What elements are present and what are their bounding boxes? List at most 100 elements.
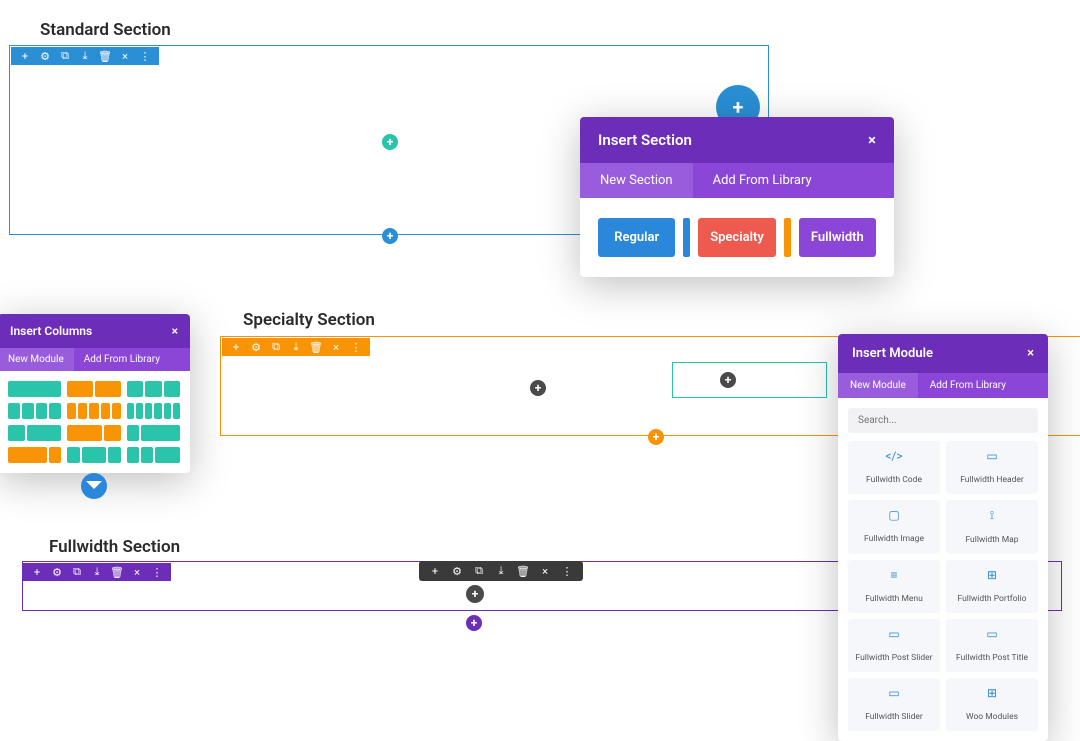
- insert-columns-title: Insert Columns: [10, 324, 92, 338]
- save-icon[interactable]: ⤓: [495, 565, 507, 577]
- trash-icon[interactable]: 🗑: [517, 565, 529, 577]
- more-icon[interactable]: ⋮: [139, 50, 151, 62]
- layout-1col[interactable]: [8, 381, 61, 397]
- save-icon[interactable]: ⤓: [290, 341, 302, 353]
- standard-section-toolbar[interactable]: + ⚙ ⧉ ⤓ 🗑 × ⋮: [11, 47, 159, 65]
- layout-1-2[interactable]: [8, 425, 61, 441]
- add-specialty-section-button[interactable]: +: [648, 429, 664, 445]
- map-icon: ⟟: [950, 508, 1034, 523]
- more-icon[interactable]: ⋮: [151, 566, 163, 578]
- plus-icon[interactable]: +: [31, 566, 43, 578]
- layout-4col[interactable]: [8, 403, 61, 419]
- more-icon[interactable]: ⋮: [350, 341, 362, 353]
- tab-new-section[interactable]: New Section: [580, 163, 693, 198]
- plus-icon[interactable]: +: [429, 565, 441, 577]
- layout-1-3[interactable]: [127, 425, 180, 441]
- handle-specialty[interactable]: [784, 218, 791, 257]
- close-icon[interactable]: ×: [330, 341, 342, 353]
- module-search-input[interactable]: [848, 408, 1038, 433]
- close-icon[interactable]: ×: [131, 566, 143, 578]
- section-type-specialty[interactable]: Specialty: [698, 218, 775, 257]
- grid-icon: ⊞: [950, 568, 1034, 582]
- trash-icon[interactable]: 🗑: [99, 50, 111, 62]
- layout-3col[interactable]: [127, 381, 180, 397]
- duplicate-icon[interactable]: ⧉: [270, 341, 282, 353]
- gear-icon[interactable]: ⚙: [51, 566, 63, 578]
- insert-module-header: Insert Module ×: [838, 334, 1048, 373]
- insert-module-tabs: New Module Add From Library: [838, 373, 1048, 398]
- title-specialty: Specialty Section: [243, 310, 375, 330]
- insert-columns-modal: Insert Columns × New Module Add From Lib…: [0, 314, 190, 473]
- fullwidth-section-toolbar[interactable]: + ⚙ ⧉ ⤓ 🗑 × ⋮: [23, 563, 171, 581]
- module-fullwidth-post-slider[interactable]: ▭Fullwidth Post Slider: [848, 619, 940, 672]
- module-toolbar[interactable]: + ⚙ ⧉ ⤓ 🗑 × ⋮: [419, 561, 583, 581]
- close-icon[interactable]: ×: [172, 324, 178, 338]
- menu-icon: ≡: [852, 568, 936, 582]
- gear-icon[interactable]: ⚙: [39, 50, 51, 62]
- plus-icon: +: [725, 373, 732, 387]
- module-woo-modules[interactable]: ⊞Woo Modules: [946, 678, 1038, 731]
- save-icon[interactable]: ⤓: [79, 50, 91, 62]
- layout-5col[interactable]: [67, 403, 120, 419]
- tab-add-from-library[interactable]: Add From Library: [693, 163, 832, 198]
- insert-section-tabs: New Section Add From Library: [580, 163, 894, 198]
- layout-6col[interactable]: [127, 403, 180, 419]
- tab-new-module[interactable]: New Module: [838, 373, 918, 398]
- add-section-button[interactable]: +: [382, 228, 398, 244]
- image-icon: ▢: [852, 508, 936, 522]
- close-icon[interactable]: ×: [1027, 346, 1034, 361]
- module-fullwidth-post-title[interactable]: ▭Fullwidth Post Title: [946, 619, 1038, 672]
- module-fullwidth-code[interactable]: </>Fullwidth Code: [848, 441, 940, 494]
- handle-regular[interactable]: [683, 218, 690, 257]
- code-icon: </>: [852, 449, 936, 463]
- close-icon[interactable]: ×: [868, 131, 876, 149]
- insert-module-title: Insert Module: [852, 346, 933, 361]
- trash-icon[interactable]: 🗑: [111, 566, 123, 578]
- gear-icon[interactable]: ⚙: [451, 565, 463, 577]
- module-fullwidth-slider[interactable]: ▭Fullwidth Slider: [848, 678, 940, 731]
- module-fullwidth-map[interactable]: ⟟Fullwidth Map: [946, 500, 1038, 554]
- module-fullwidth-image[interactable]: ▢Fullwidth Image: [848, 500, 940, 554]
- add-module-button-fullwidth[interactable]: +: [466, 585, 484, 603]
- section-type-fullwidth[interactable]: Fullwidth: [799, 218, 876, 257]
- specialty-section-toolbar[interactable]: + ⚙ ⧉ ⤓ 🗑 × ⋮: [222, 338, 370, 356]
- layout-1-1-2[interactable]: [127, 447, 180, 463]
- duplicate-icon[interactable]: ⧉: [473, 565, 485, 577]
- module-fullwidth-menu[interactable]: ≡Fullwidth Menu: [848, 560, 940, 613]
- plus-icon[interactable]: +: [230, 341, 242, 353]
- add-module-button-right[interactable]: +: [720, 372, 736, 388]
- plus-icon: +: [472, 587, 479, 601]
- more-icon[interactable]: ⋮: [561, 565, 573, 577]
- trash-icon[interactable]: 🗑: [310, 341, 322, 353]
- gear-icon[interactable]: ⚙: [250, 341, 262, 353]
- plus-icon[interactable]: +: [19, 50, 31, 62]
- insert-section-header: Insert Section ×: [580, 117, 894, 163]
- duplicate-icon[interactable]: ⧉: [71, 566, 83, 578]
- layout-2col[interactable]: [67, 381, 120, 397]
- module-fullwidth-header[interactable]: ▭Fullwidth Header: [946, 441, 1038, 494]
- module-grid: </>Fullwidth Code ▭Fullwidth Header ▢Ful…: [848, 441, 1038, 731]
- plus-icon: +: [387, 229, 394, 243]
- tab-add-from-library[interactable]: Add From Library: [74, 348, 170, 371]
- columns-chevron-indicator: [77, 473, 111, 507]
- header-icon: ▭: [950, 449, 1034, 463]
- save-icon[interactable]: ⤓: [91, 566, 103, 578]
- plus-icon: +: [733, 95, 744, 119]
- duplicate-icon[interactable]: ⧉: [59, 50, 71, 62]
- add-module-button-left[interactable]: +: [530, 380, 546, 396]
- close-icon[interactable]: ×: [119, 50, 131, 62]
- specialty-inner-row[interactable]: [672, 362, 827, 398]
- layout-3-1[interactable]: [8, 447, 61, 463]
- tab-new-module[interactable]: New Module: [0, 348, 74, 371]
- insert-module-body: </>Fullwidth Code ▭Fullwidth Header ▢Ful…: [838, 398, 1048, 741]
- layout-1-2-1[interactable]: [67, 447, 120, 463]
- layout-2-1[interactable]: [67, 425, 120, 441]
- close-icon[interactable]: ×: [539, 565, 551, 577]
- section-type-regular[interactable]: Regular: [598, 218, 675, 257]
- plus-icon: +: [653, 430, 660, 444]
- tab-add-from-library[interactable]: Add From Library: [918, 373, 1018, 398]
- add-row-button[interactable]: +: [382, 134, 398, 150]
- add-fullwidth-section-button[interactable]: +: [466, 615, 482, 631]
- insert-columns-tabs: New Module Add From Library: [0, 348, 190, 371]
- module-fullwidth-portfolio[interactable]: ⊞Fullwidth Portfolio: [946, 560, 1038, 613]
